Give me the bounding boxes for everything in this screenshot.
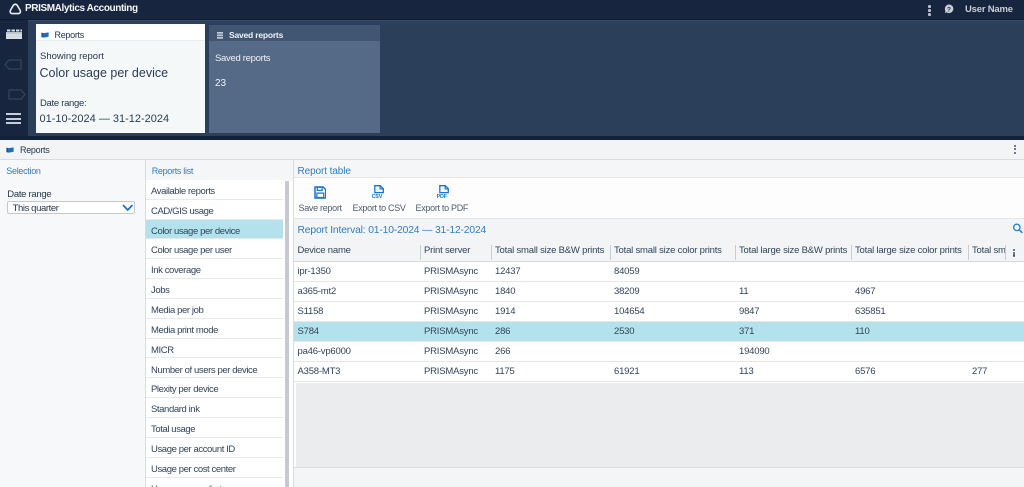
svg-text:?: ? <box>947 6 951 13</box>
svg-text:CSV: CSV <box>372 194 383 198</box>
svg-text:PDF: PDF <box>437 194 448 198</box>
